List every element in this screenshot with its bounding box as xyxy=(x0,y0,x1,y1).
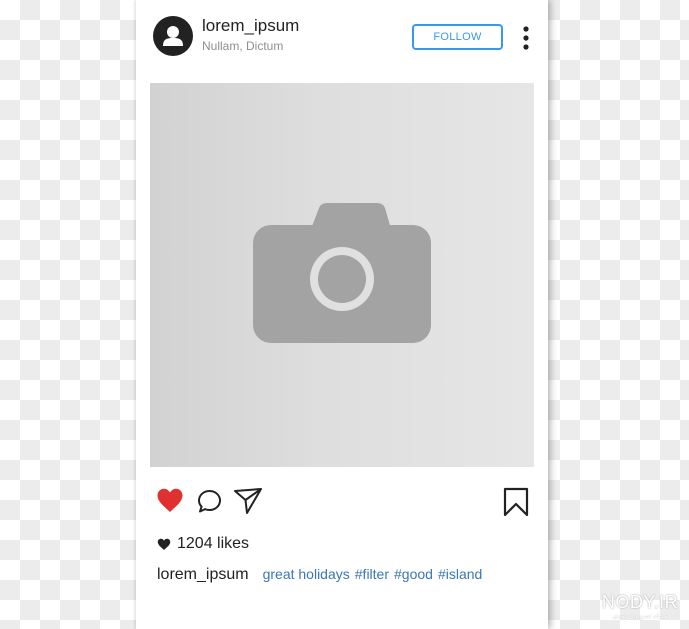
caption: lorem_ipsum great holidays #filter #good… xyxy=(157,566,482,584)
camera-icon xyxy=(253,202,431,343)
save-button[interactable] xyxy=(503,487,529,517)
vertical-dots-icon xyxy=(523,26,529,50)
watermark: NODY.IR مجله تصویری نودی xyxy=(600,592,680,621)
watermark-tagline: مجله تصویری نودی xyxy=(612,613,668,620)
post-location[interactable]: Nullam, Dictum xyxy=(202,39,283,53)
follow-button[interactable]: FOLLOW xyxy=(412,24,503,50)
speech-bubble-icon xyxy=(198,490,221,513)
user-silhouette-icon xyxy=(163,26,183,46)
caption-username[interactable]: lorem_ipsum xyxy=(157,566,249,584)
comment-button[interactable] xyxy=(197,489,222,514)
heart-icon xyxy=(157,488,183,512)
hashtag-link[interactable]: #good xyxy=(394,566,433,582)
post-image[interactable] xyxy=(150,83,534,467)
hashtag-link[interactable]: #filter xyxy=(355,566,389,582)
avatar[interactable] xyxy=(153,16,193,56)
small-heart-icon xyxy=(157,538,171,550)
like-button[interactable] xyxy=(156,487,184,515)
more-options-button[interactable] xyxy=(519,24,533,52)
share-button[interactable] xyxy=(233,487,263,515)
bookmark-icon xyxy=(503,487,529,517)
likes-row[interactable]: 1204 likes xyxy=(157,534,249,554)
post-username[interactable]: lorem_ipsum xyxy=(202,16,299,36)
caption-text: great holidays xyxy=(262,566,350,582)
watermark-logo: NODY.IR xyxy=(601,592,679,612)
hashtag-link[interactable]: #island xyxy=(438,566,482,582)
paper-plane-icon xyxy=(234,488,262,514)
post-card: lorem_ipsum Nullam, Dictum FOLLOW 1204 l… xyxy=(136,0,548,629)
likes-count: 1204 likes xyxy=(177,535,250,552)
